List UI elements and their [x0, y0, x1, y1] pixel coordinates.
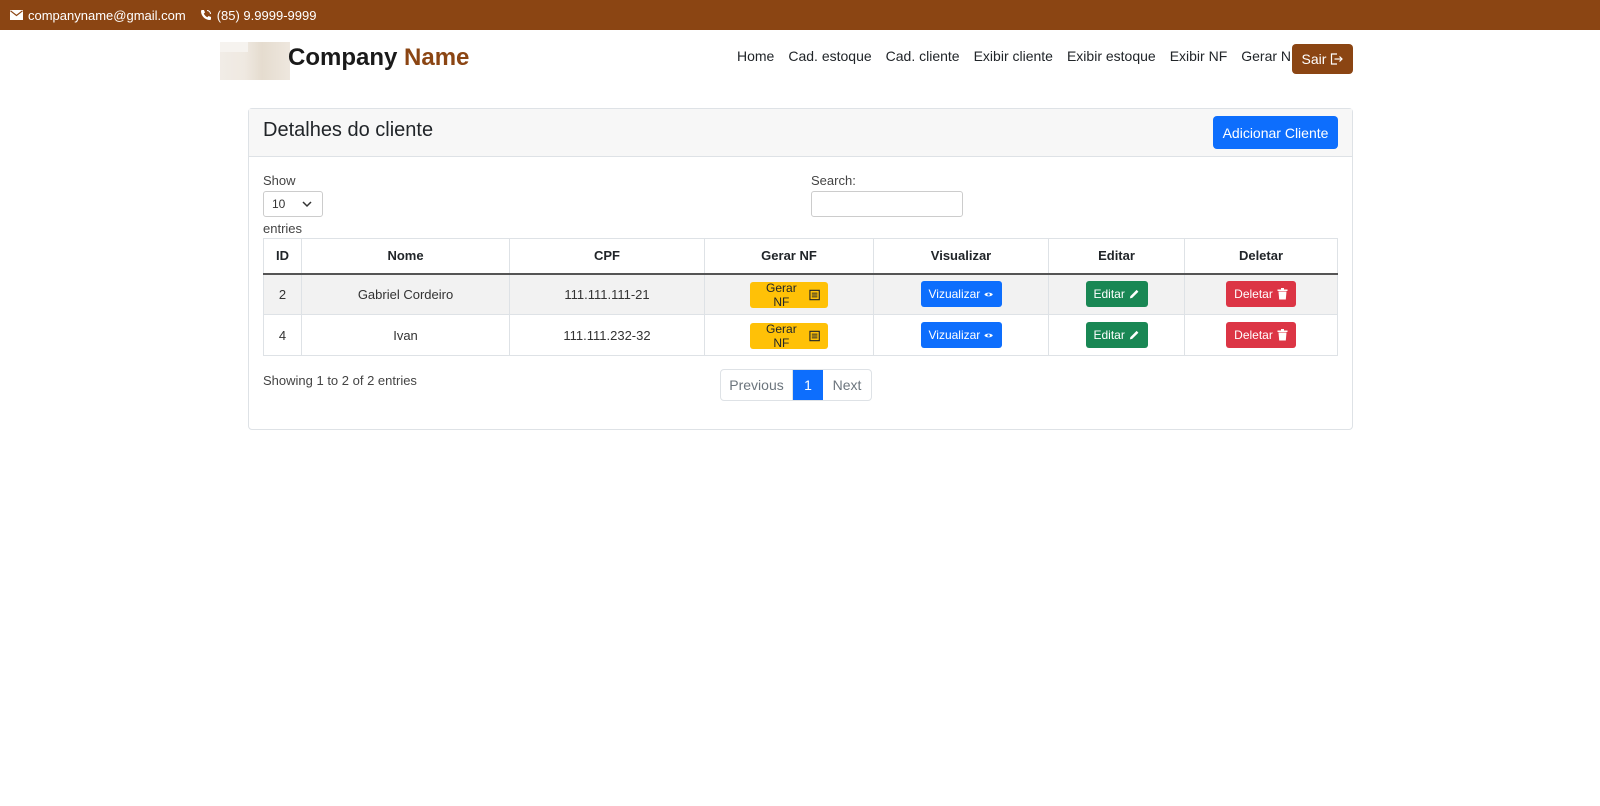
- view-button[interactable]: Vizualizar: [920, 322, 1002, 348]
- delete-button[interactable]: Deletar: [1226, 281, 1296, 308]
- nav-cad-cliente[interactable]: Cad. cliente: [886, 48, 960, 64]
- cell-gerar-nf: Gerar NF: [704, 273, 874, 315]
- brand-name-part2: Name: [404, 44, 470, 71]
- cell-deletar: Deletar: [1184, 314, 1338, 356]
- phone-icon: [200, 10, 211, 20]
- phone-text: (85) 9.9999-9999: [216, 7, 317, 23]
- email-contact: companyname@gmail.com: [10, 8, 186, 23]
- view-label: Vizualizar: [928, 328, 981, 342]
- column-header-id[interactable]: ID: [263, 238, 302, 275]
- nav-cad-estoque[interactable]: Cad. estoque: [788, 48, 871, 64]
- show-label: Show: [263, 173, 296, 188]
- table-info: Showing 1 to 2 of 2 entries: [263, 373, 417, 388]
- view-label: Vizualizar: [928, 287, 981, 302]
- gerar-nf-button[interactable]: Gerar NF: [750, 322, 828, 350]
- cell-gerar-nf: Gerar NF: [704, 314, 874, 356]
- edit-button[interactable]: Editar: [1085, 322, 1148, 348]
- cell-nome: Gabriel Cordeiro: [301, 273, 510, 315]
- company-logo[interactable]: [220, 42, 290, 80]
- nav-home[interactable]: Home: [737, 48, 774, 64]
- cell-editar: Editar: [1048, 273, 1185, 315]
- cell-visualizar: Vizualizar: [873, 273, 1049, 315]
- cell-visualizar: Vizualizar: [873, 314, 1049, 356]
- receipt-icon: [809, 330, 820, 342]
- cell-editar: Editar: [1048, 314, 1185, 356]
- pagination: Previous 1 Next: [720, 369, 872, 401]
- cell-id: 4: [263, 314, 302, 356]
- search-label: Search:: [811, 173, 856, 188]
- table-row: 4 Ivan 111.111.232-32 Gerar NF Vizualiza…: [263, 314, 1338, 356]
- email-text: companyname@gmail.com: [28, 7, 186, 23]
- column-header-cpf[interactable]: CPF: [509, 238, 705, 275]
- clients-table: ID Nome CPF Gerar NF Visualizar Editar D…: [263, 238, 1338, 356]
- previous-page-button[interactable]: Previous: [721, 370, 793, 400]
- nav-exibir-estoque[interactable]: Exibir estoque: [1067, 48, 1156, 64]
- next-page-button[interactable]: Next: [823, 370, 871, 400]
- edit-label: Editar: [1093, 328, 1125, 342]
- main-nav: Home Cad. estoque Cad. cliente Exibir cl…: [737, 48, 1314, 64]
- cell-id: 2: [263, 273, 302, 315]
- logout-button[interactable]: Sair: [1292, 44, 1353, 74]
- column-header-visualizar[interactable]: Visualizar: [873, 238, 1049, 275]
- cell-cpf: 111.111.232-32: [509, 314, 705, 356]
- edit-label: Editar: [1093, 287, 1125, 302]
- client-details-card: Detalhes do cliente Adicionar Cliente Sh…: [248, 108, 1353, 430]
- table-header-row: ID Nome CPF Gerar NF Visualizar Editar D…: [263, 238, 1338, 275]
- chevron-down-icon: [302, 201, 312, 208]
- cell-deletar: Deletar: [1184, 273, 1338, 315]
- column-header-deletar[interactable]: Deletar: [1184, 238, 1338, 275]
- logout-icon: [1331, 53, 1344, 65]
- envelope-icon: [10, 10, 23, 20]
- pencil-icon: [1129, 330, 1139, 340]
- nav-exibir-nf[interactable]: Exibir NF: [1170, 48, 1228, 64]
- view-button[interactable]: Vizualizar: [920, 281, 1002, 308]
- table-row: 2 Gabriel Cordeiro 111.111.111-21 Gerar …: [263, 273, 1338, 315]
- column-header-editar[interactable]: Editar: [1048, 238, 1185, 275]
- gerar-nf-label: Gerar NF: [766, 322, 797, 350]
- card-header: Detalhes do cliente Adicionar Cliente: [249, 109, 1352, 157]
- nav-exibir-cliente[interactable]: Exibir cliente: [974, 48, 1053, 64]
- contact-bar: companyname@gmail.com (85) 9.9999-9999: [0, 0, 1600, 30]
- cell-cpf: 111.111.111-21: [509, 273, 705, 315]
- cell-nome: Ivan: [301, 314, 510, 356]
- column-header-gerar-nf[interactable]: Gerar NF: [704, 238, 874, 275]
- phone-contact: (85) 9.9999-9999: [200, 7, 317, 23]
- trash-icon: [1277, 329, 1288, 341]
- entries-length-value: 10: [272, 197, 286, 211]
- add-client-button[interactable]: Adicionar Cliente: [1213, 116, 1338, 149]
- pencil-icon: [1129, 290, 1139, 299]
- receipt-icon: [809, 290, 820, 301]
- page-1-button[interactable]: 1: [793, 370, 823, 400]
- brand-name-part1: Company: [288, 44, 398, 71]
- logout-label: Sair: [1301, 51, 1327, 67]
- column-header-nome[interactable]: Nome: [301, 238, 510, 275]
- brand-name[interactable]: Company Name: [288, 44, 469, 72]
- edit-button[interactable]: Editar: [1085, 281, 1148, 308]
- delete-button[interactable]: Deletar: [1226, 322, 1296, 348]
- entries-length-select[interactable]: 10: [263, 191, 323, 217]
- gerar-nf-button[interactable]: Gerar NF: [750, 281, 828, 310]
- delete-label: Deletar: [1234, 287, 1273, 302]
- page-title: Detalhes do cliente: [263, 119, 434, 141]
- delete-label: Deletar: [1234, 328, 1273, 342]
- eye-icon: [984, 292, 994, 297]
- eye-icon: [984, 333, 994, 337]
- search-input[interactable]: [811, 191, 963, 217]
- nav-gerar-nf[interactable]: Gerar NF: [1241, 48, 1299, 64]
- trash-icon: [1277, 288, 1288, 300]
- gerar-nf-label: Gerar NF: [766, 281, 797, 310]
- entries-label: entries: [263, 221, 303, 236]
